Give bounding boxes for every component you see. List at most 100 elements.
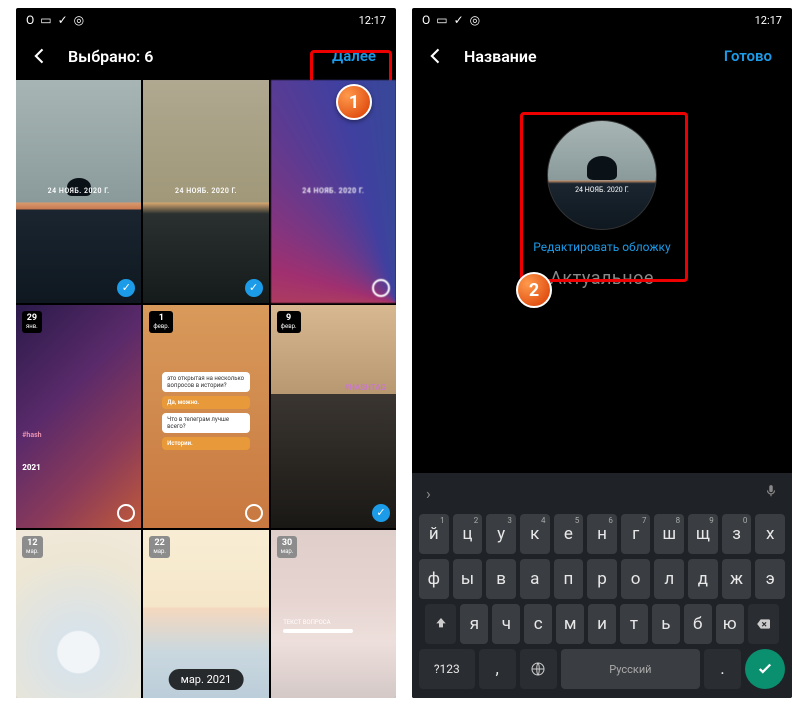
page-title: Название <box>464 47 716 66</box>
date-chip: 12мар. <box>22 536 43 558</box>
status-bar: O ▭ ✓ ◎ 12:17 <box>412 8 792 32</box>
key[interactable]: о <box>621 559 651 599</box>
symbols-key[interactable]: ?123 <box>419 649 475 689</box>
shift-key[interactable] <box>425 604 456 644</box>
status-clock: 12:17 <box>359 14 386 27</box>
date-chip: 22мар. <box>149 536 170 558</box>
thumb-date-overlay: 24 НОЯБ. 2020 Г. <box>48 187 110 195</box>
key[interactable]: щ9 <box>688 514 718 554</box>
status-clock: 12:17 <box>755 14 782 27</box>
spacebar-key[interactable]: Русский <box>561 649 700 689</box>
annotation-badge-2: 2 <box>516 272 552 308</box>
selection-indicator[interactable] <box>245 279 263 297</box>
thumb-date-overlay: 24 НОЯБ. 2020 Г. <box>175 187 237 195</box>
key[interactable]: а <box>520 559 550 599</box>
slider-widget: ТЕКСТ ВОПРОСА <box>283 619 383 639</box>
back-button[interactable] <box>424 44 448 68</box>
story-thumb[interactable]: 24 НОЯБ. 2020 Г. <box>143 80 268 303</box>
key[interactable]: э <box>755 559 785 599</box>
keyboard-row: й1ц2у3к4е5н6г7ш8щ9з0х <box>419 514 785 554</box>
stories-grid: 24 НОЯБ. 2020 Г. 24 НОЯБ. 2020 Г. 24 НОЯ… <box>16 80 396 698</box>
status-bar: O ▭ ✓ ◎ 12:17 <box>16 8 396 32</box>
keyboard-row: фывапролджэ <box>419 559 785 599</box>
year-text: 2021 <box>22 463 40 472</box>
highlight-cover[interactable]: 24 НОЯБ. 2020 Г. <box>547 120 657 230</box>
language-key[interactable] <box>520 649 557 689</box>
selection-count-title: Выбрано: 6 <box>68 47 324 66</box>
key[interactable]: л <box>654 559 684 599</box>
key[interactable]: х <box>755 514 785 554</box>
key[interactable]: ц2 <box>453 514 483 554</box>
story-thumb[interactable]: 24 НОЯБ. 2020 Г. <box>271 80 396 303</box>
key[interactable]: п <box>554 559 584 599</box>
period-key[interactable]: . <box>704 649 741 689</box>
date-chip: 9февр. <box>277 311 301 333</box>
key[interactable]: и <box>588 604 616 644</box>
next-button[interactable]: Далее <box>324 43 384 69</box>
selection-indicator[interactable] <box>245 504 263 522</box>
screenshot-left: O ▭ ✓ ◎ 12:17 Выбрано: 6 Далее 1 24 НОЯБ… <box>16 8 396 698</box>
cover-caption: 24 НОЯБ. 2020 Г. <box>548 186 656 194</box>
highlight-name-input[interactable]: Актуальное <box>550 268 654 289</box>
story-thumb[interactable]: 30мар. ТЕКСТ ВОПРОСА <box>271 530 396 698</box>
key[interactable]: ч <box>492 604 520 644</box>
mic-icon[interactable] <box>764 484 778 502</box>
back-button[interactable] <box>28 44 52 68</box>
status-icon: ✓ <box>454 13 464 27</box>
status-icon: ◎ <box>74 13 84 27</box>
poll-widget: это открытая на несколько вопросов в ист… <box>162 372 250 450</box>
story-thumb[interactable]: 29янв. #hash 2021 <box>16 305 141 528</box>
key[interactable]: н6 <box>587 514 617 554</box>
story-thumb[interactable]: 24 НОЯБ. 2020 Г. <box>16 80 141 303</box>
hashtag-text: #HASHTAG <box>344 383 386 392</box>
key[interactable]: к4 <box>520 514 550 554</box>
selection-indicator[interactable] <box>117 279 135 297</box>
chevron-right-icon[interactable]: › <box>426 484 431 503</box>
backspace-key[interactable] <box>748 604 779 644</box>
month-scroll-pill: мар. 2021 <box>169 669 244 690</box>
selection-indicator[interactable] <box>372 279 390 297</box>
selection-indicator[interactable] <box>117 504 135 522</box>
done-button[interactable]: Готово <box>716 43 780 69</box>
keyboard-row: ?123 , Русский . <box>419 649 785 689</box>
story-thumb[interactable]: 1февр. это открытая на несколько вопросо… <box>143 305 268 528</box>
story-thumb[interactable]: 9февр. #HASHTAG <box>271 305 396 528</box>
enter-key[interactable] <box>745 649 785 689</box>
comma-key[interactable]: , <box>479 649 516 689</box>
date-chip: 30мар. <box>277 536 298 558</box>
status-icon: ✓ <box>58 13 68 27</box>
hashtag-text: #hash <box>22 431 41 439</box>
selection-indicator[interactable] <box>372 504 390 522</box>
keyboard-row: ячсмитьбю <box>419 604 785 644</box>
key[interactable]: ю <box>716 604 744 644</box>
key[interactable]: ш8 <box>654 514 684 554</box>
date-chip: 1февр. <box>149 311 173 333</box>
story-thumb[interactable]: 12мар. <box>16 530 141 698</box>
thumb-date-overlay: 24 НОЯБ. 2020 Г. <box>302 187 364 195</box>
key[interactable]: ф <box>419 559 449 599</box>
key[interactable]: р <box>587 559 617 599</box>
soft-keyboard: › й1ц2у3к4е5н6г7ш8щ9з0х фывапролджэ ячсм… <box>412 473 792 698</box>
status-icon: O <box>26 13 34 27</box>
key[interactable]: м <box>556 604 584 644</box>
key[interactable]: г7 <box>621 514 651 554</box>
key[interactable]: з0 <box>722 514 752 554</box>
key[interactable]: т <box>620 604 648 644</box>
key[interactable]: ь <box>652 604 680 644</box>
edit-cover-link[interactable]: Редактировать обложку <box>533 240 670 254</box>
key[interactable]: й1 <box>419 514 449 554</box>
status-icon: ◎ <box>470 13 480 27</box>
status-icon: ▭ <box>40 13 51 27</box>
key[interactable]: у3 <box>486 514 516 554</box>
key[interactable]: я <box>460 604 488 644</box>
key[interactable]: в <box>486 559 516 599</box>
app-bar: Выбрано: 6 Далее <box>16 32 396 80</box>
key[interactable]: б <box>684 604 712 644</box>
key[interactable]: ж <box>722 559 752 599</box>
key[interactable]: е5 <box>554 514 584 554</box>
key[interactable]: д <box>688 559 718 599</box>
status-icon: ▭ <box>436 13 447 27</box>
key[interactable]: ы <box>453 559 483 599</box>
annotation-badge-1: 1 <box>336 84 372 120</box>
key[interactable]: с <box>524 604 552 644</box>
